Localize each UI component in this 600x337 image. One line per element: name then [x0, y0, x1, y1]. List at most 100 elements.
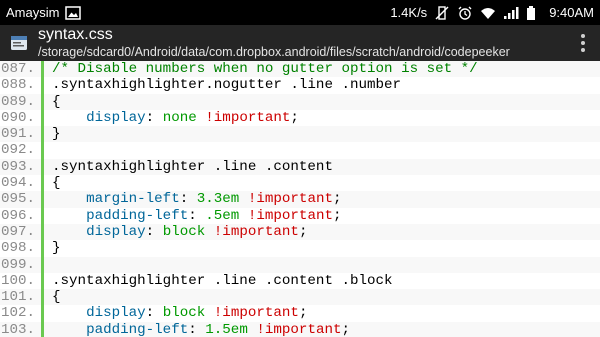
line-number: 087.: [0, 61, 44, 78]
file-title: syntax.css: [38, 27, 113, 44]
line-content: [44, 142, 52, 158]
signal-icon: [503, 6, 519, 20]
alarm-icon: [457, 6, 473, 20]
code-token-punct: :: [145, 109, 163, 126]
code-token-indent: [52, 224, 86, 240]
code-token-punct: ;: [332, 191, 342, 208]
code-token-punct: ;: [341, 321, 351, 337]
code-token-important: !important: [247, 191, 333, 208]
line-content: display: block !important;: [44, 305, 307, 321]
code-token-punct: ;: [332, 207, 342, 224]
overflow-menu-icon[interactable]: [574, 28, 592, 58]
line-number: 092.: [0, 142, 44, 159]
code-token-punct: ;: [298, 305, 308, 322]
code-line: 094. {: [0, 175, 600, 192]
line-content: /* Disable numbers when no gutter option…: [44, 61, 478, 77]
line-number: 103.: [0, 321, 44, 337]
code-token-important: !important: [213, 223, 299, 240]
line-content: {: [44, 94, 61, 110]
code-line: 087. /* Disable numbers when no gutter op…: [0, 61, 600, 78]
code-line: 102. display: block !important;: [0, 305, 600, 322]
code-line: 090. display: none !important;: [0, 109, 600, 127]
code-token-indent: [52, 191, 86, 207]
code-token-important: !important: [247, 207, 333, 224]
code-token-punct: [205, 224, 214, 240]
app-icon[interactable]: [10, 34, 28, 52]
code-token-prop: padding-left: [86, 321, 189, 337]
code-token-value: .5em: [205, 207, 240, 224]
code-token-value: 1.5em: [205, 321, 248, 337]
line-content: {: [44, 175, 61, 191]
code-token-indent: [52, 208, 86, 224]
line-content: .syntaxhighlighter .line .content: [44, 159, 333, 175]
code-token-prop: padding-left: [86, 207, 189, 224]
code-token-punct: }: [52, 240, 61, 257]
line-number: 088.: [0, 77, 44, 94]
line-content: }: [44, 240, 61, 256]
line-number: 099.: [0, 256, 44, 273]
line-content: display: block !important;: [44, 224, 307, 240]
code-token-prop: margin-left: [86, 191, 180, 208]
title-block: syntax.css /storage/sdcard0/Android/data…: [38, 27, 574, 59]
code-token-punct: :: [188, 207, 206, 224]
code-token-punct: :: [188, 321, 206, 337]
file-path: /storage/sdcard0/Android/data/com.dropbo…: [38, 46, 510, 59]
line-content: margin-left: 3.3em !important;: [44, 191, 342, 208]
line-number: 093.: [0, 158, 44, 176]
line-content: display: none !important;: [44, 110, 299, 126]
code-token-value: 3.3em: [196, 191, 240, 208]
code-token-punct: {: [52, 175, 61, 192]
line-number: 098.: [0, 240, 44, 257]
code-token-important: !important: [205, 109, 291, 126]
line-number: 100.: [0, 272, 44, 290]
code-token-prop: display: [86, 305, 146, 322]
code-token-indent: [52, 305, 86, 321]
line-content: padding-left: .5em !important;: [44, 207, 342, 224]
code-token-punct: [239, 208, 248, 224]
code-line: 095. margin-left: 3.3em !important;: [0, 191, 600, 208]
line-content: }: [44, 126, 61, 142]
code-token-punct: {: [52, 93, 61, 110]
line-content: .syntaxhighlighter.nogutter .line .numbe…: [44, 77, 401, 93]
status-right: 1.4K/s 9:40AM: [390, 5, 594, 20]
code-token-prop: display: [86, 109, 146, 126]
network-speed: 1.4K/s: [390, 5, 428, 20]
code-line: 099.: [0, 256, 600, 273]
code-line: 100. .syntaxhighlighter .line .content .b…: [0, 272, 600, 290]
code-line: 093. .syntaxhighlighter .line .content: [0, 158, 600, 176]
code-line: 096. padding-left: .5em !important;: [0, 207, 600, 224]
image-notification-icon: [65, 5, 82, 20]
line-content: padding-left: 1.5em !important;: [44, 322, 350, 337]
code-token-value: none: [162, 109, 197, 126]
line-number: 090.: [0, 109, 44, 127]
line-number: 094.: [0, 175, 44, 192]
code-token-indent: [52, 110, 86, 126]
code-view[interactable]: 087. /* Disable numbers when no gutter op…: [0, 61, 600, 337]
code-token-selector: .syntaxhighlighter .line .content: [52, 158, 333, 175]
wifi-icon: [480, 6, 496, 20]
code-token-punct: ;: [298, 223, 308, 240]
code-token-selector: .syntaxhighlighter.nogutter .line .numbe…: [52, 77, 402, 94]
code-line: 103. padding-left: 1.5em !important;: [0, 321, 600, 337]
clock: 9:40AM: [549, 5, 594, 20]
code-token-punct: :: [145, 305, 163, 322]
code-token-indent: [52, 322, 86, 337]
code-token-comment: /* Disable numbers when no gutter option…: [52, 61, 478, 77]
code-token-punct: [205, 305, 214, 321]
line-number: 091.: [0, 126, 44, 143]
code-line: 098.}: [0, 240, 600, 257]
carrier-label: Amaysim: [6, 5, 60, 20]
code-token-punct: [197, 110, 206, 126]
code-token-punct: :: [145, 223, 163, 240]
code-token-selector: .syntaxhighlighter .line .content .block: [52, 272, 393, 289]
code-token-prop: display: [86, 223, 146, 240]
code-line: 092.: [0, 142, 600, 159]
battery-icon: [526, 5, 542, 20]
code-token-punct: :: [179, 191, 197, 208]
line-number: 096.: [0, 207, 44, 224]
code-line: 091.}: [0, 126, 600, 143]
code-token-important: !important: [256, 321, 342, 337]
code-token-value: block: [162, 223, 206, 240]
code-token-punct: ;: [290, 109, 299, 126]
code-token-punct: {: [52, 289, 61, 306]
